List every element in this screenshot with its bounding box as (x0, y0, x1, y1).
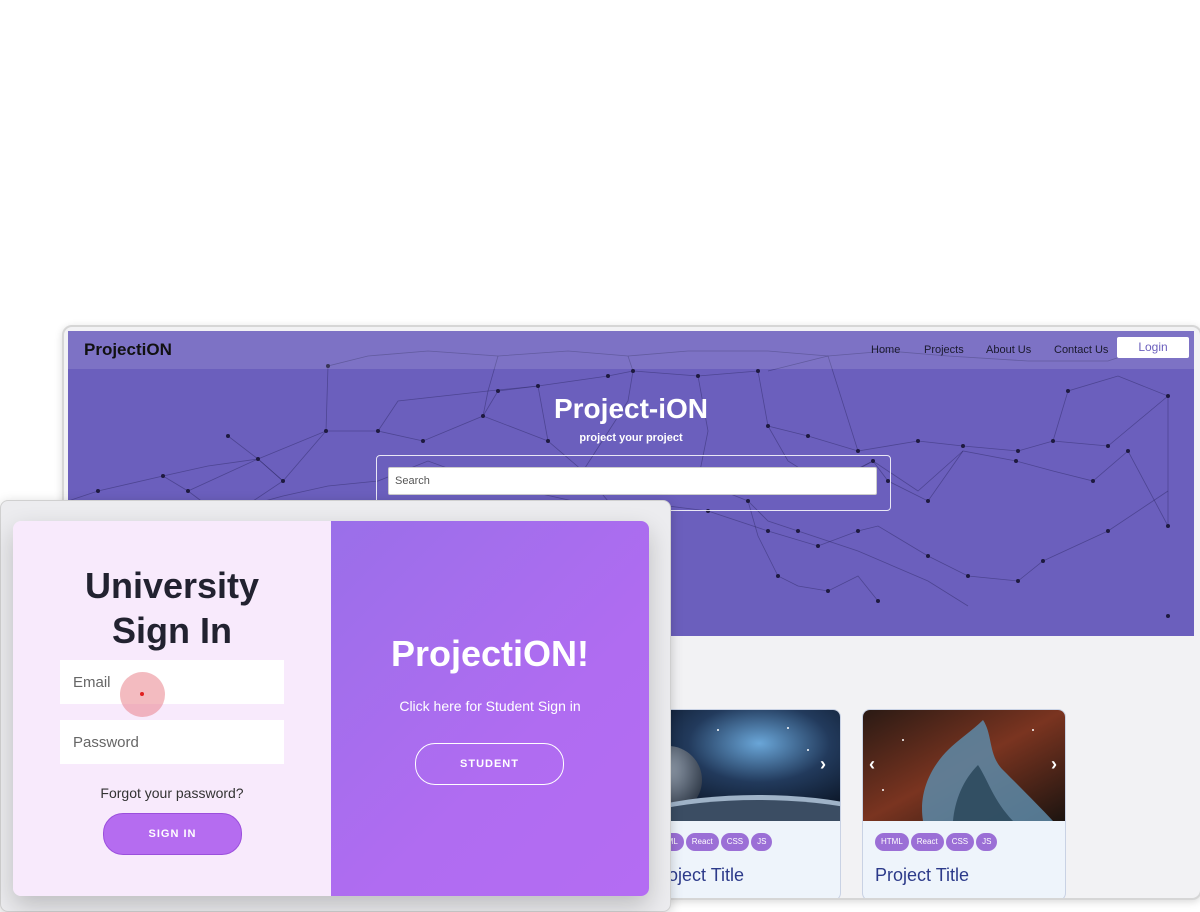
email-field[interactable] (60, 660, 284, 704)
nav-about-us[interactable]: About Us (986, 344, 1031, 356)
password-field[interactable] (60, 720, 284, 764)
signin-container: University Sign In Forgot your password?… (13, 521, 649, 896)
student-button[interactable]: STUDENT (415, 743, 564, 785)
tag: React (910, 833, 944, 851)
student-panel: ProjectiON! Click here for Student Sign … (331, 521, 649, 896)
click-dot (140, 692, 144, 696)
signin-window: University Sign In Forgot your password?… (0, 500, 671, 912)
tag: React (685, 833, 719, 851)
carousel-next-icon[interactable]: › (1051, 754, 1057, 775)
project-card[interactable]: ‹ › HTML React CSS JS Project Title (862, 709, 1066, 898)
nav-contact-us[interactable]: Contact Us (1054, 344, 1108, 356)
tag: JS (751, 833, 773, 851)
login-button[interactable]: Login (1117, 337, 1189, 358)
panel-brand: ProjectiON! (390, 633, 590, 674)
tag-list: HTMLReactCSSJS (875, 831, 999, 851)
project-image (863, 710, 1065, 821)
carousel-prev-icon[interactable]: ‹ (869, 754, 875, 775)
tag: JS (976, 833, 998, 851)
top-nav: ProjectiON Home Projects About Us Contac… (68, 331, 1194, 369)
hero-subtitle: project your project (579, 432, 683, 444)
nav-home[interactable]: Home (871, 344, 900, 356)
signin-title-line1: University (84, 565, 260, 606)
nav-projects[interactable]: Projects (924, 344, 964, 356)
forgot-password-link[interactable]: Forgot your password? (13, 785, 331, 801)
student-signin-text: Click here for Student Sign in (399, 698, 581, 714)
signin-title: University Sign In (13, 563, 331, 653)
tag: HTML (875, 833, 909, 851)
signin-form-panel: University Sign In Forgot your password?… (13, 521, 331, 896)
nav-brand[interactable]: ProjectiON (84, 340, 172, 360)
search-input[interactable] (388, 467, 877, 495)
click-indicator (120, 672, 165, 717)
tag: CSS (720, 833, 750, 851)
signin-title-line2: Sign In (112, 610, 232, 651)
signin-button[interactable]: SIGN IN (103, 813, 242, 855)
card-title: Project Title (875, 865, 970, 885)
hero-title: Project-iON (553, 393, 709, 424)
tag: CSS (945, 833, 975, 851)
carousel-next-icon[interactable]: › (820, 754, 826, 775)
